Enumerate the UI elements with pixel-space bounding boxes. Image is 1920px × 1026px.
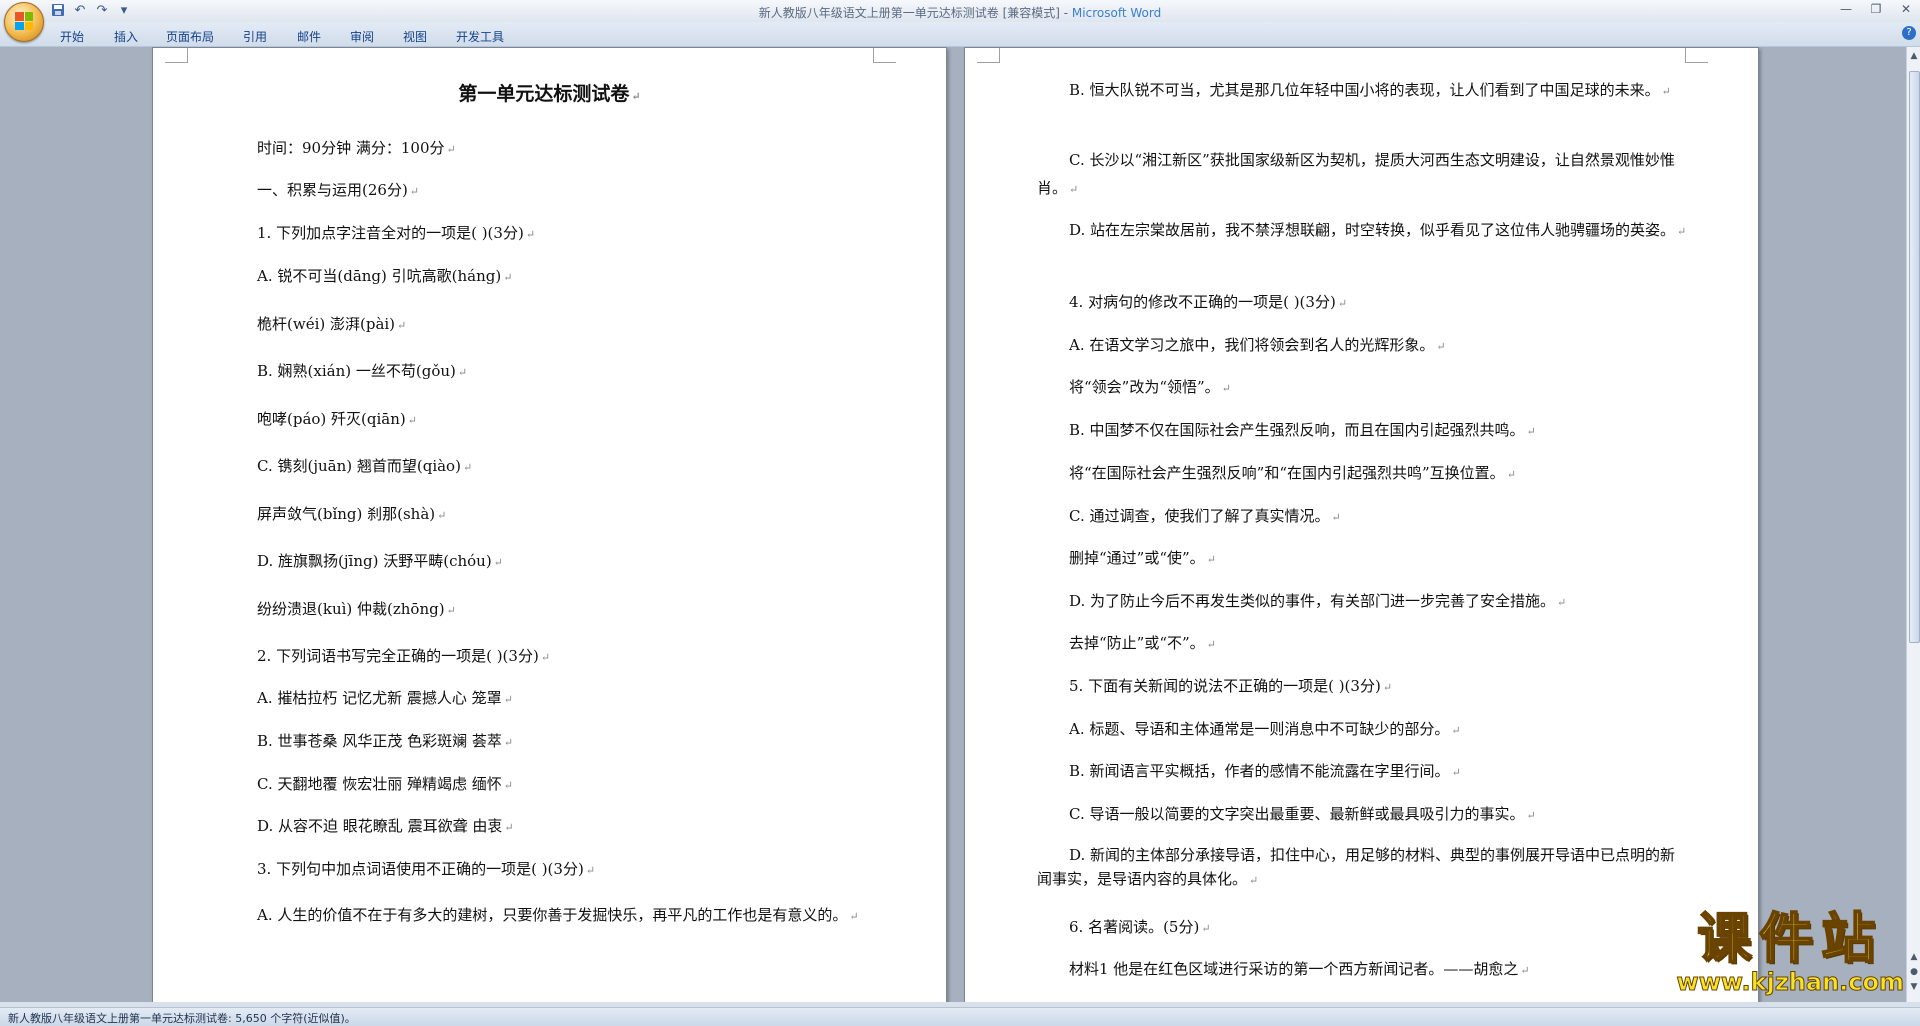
status-text: 新人教版八年级语文上册第一单元达标测试卷: 5,650 个字符(近似值)。 (8, 1012, 356, 1025)
option: A. 人生的价值不在于有多大的建树，只要你善于发掘快乐，再平凡的工作也是有意义的… (257, 906, 859, 924)
option: 删掉“通过”或“使”。 ↵ (1069, 549, 1216, 567)
customize-qat-icon[interactable]: ▾ (116, 3, 132, 19)
question: 5. 下面有关新闻的说法不正确的一项是( )(3分) ↵ (1069, 677, 1393, 695)
option: 屏声敛气(bǐng) 刹那(shà) ↵ (257, 505, 447, 523)
question: 3. 下列句中加点词语使用不正确的一项是( )(3分) ↵ (257, 860, 596, 878)
option: D. 从容不迫 眼花瞭乱 震耳欲聋 由衷 ↵ (257, 817, 514, 835)
option: 将“领会”改为“领悟”。 ↵ (1069, 378, 1231, 396)
option: A. 锐不可当(dāng) 引吭高歌(háng) ↵ (257, 267, 513, 285)
option: A. 在语文学习之旅中，我们将领会到名人的光辉形象。 ↵ (1069, 336, 1446, 354)
section-heading: 一、积累与运用(26分) ↵ (257, 181, 420, 199)
option: 纷纷溃退(kuì) 仲裁(zhōng) ↵ (257, 600, 456, 618)
crop-mark (165, 48, 188, 63)
option: B. 新闻语言平实概括，作者的感情不能流露在字里行间。 ↵ (1069, 762, 1461, 780)
option: D. 为了防止今后不再发生类似的事件，有关部门进一步完善了安全措施。 ↵ (1069, 592, 1567, 610)
paragraph: 时间：90分钟 满分：100分 ↵ (257, 139, 456, 157)
option: C. 通过调查，使我们了解了真实情况。 ↵ (1069, 507, 1341, 525)
document-page-right[interactable]: B. 恒大队锐不可当，尤其是那几位年轻中国小将的表现，让人们看到了中国足球的未来… (964, 47, 1759, 1002)
option: B. 世事苍桑 风华正茂 色彩斑斓 荟萃 ↵ (257, 732, 514, 750)
watermark-logo: 课件站 www.kjzhan.com (1676, 907, 1904, 996)
option: C. 镌刻(juān) 翘首而望(qiào) ↵ (257, 457, 473, 475)
option: 桅杆(wéi) 澎湃(pài) ↵ (257, 315, 407, 333)
tab-home[interactable]: 开始 (60, 28, 84, 45)
option: A. 标题、导语和主体通常是一则消息中不可缺少的部分。 ↵ (1069, 720, 1461, 738)
scroll-thumb[interactable] (1909, 71, 1920, 643)
option: C. 长沙以“湘江新区”获批国家级新区为契机，提质大河西生态文明建设，让自然景观… (1037, 151, 1675, 197)
ribbon-tabs: 开始 插入 页面布局 引用 邮件 审阅 视图 开发工具 (0, 22, 1920, 47)
question: 1. 下列加点字注音全对的一项是( )(3分) ↵ (257, 224, 536, 242)
crop-mark (1685, 48, 1708, 63)
option: A. 摧枯拉朽 记忆尤新 震撼人心 笼罩 ↵ (257, 689, 513, 707)
crop-mark (873, 48, 896, 63)
option: B. 恒大队锐不可当，尤其是那几位年轻中国小将的表现，让人们看到了中国足球的未来… (1069, 81, 1671, 99)
crop-mark (977, 48, 1000, 63)
option: B. 娴熟(xián) 一丝不苟(gǒu) ↵ (257, 362, 468, 380)
quick-access-toolbar: ↶ ↷ ▾ (50, 3, 132, 19)
option: C. 天翻地覆 恢宏壮丽 殚精竭虑 缅怀 ↵ (257, 775, 514, 793)
tab-page-layout[interactable]: 页面布局 (166, 28, 214, 45)
browse-object-icon[interactable]: ● (1909, 967, 1919, 977)
option: B. 中国梦不仅在国际社会产生强烈反响，而且在国内引起强烈共鸣。 ↵ (1069, 421, 1536, 439)
title-bar: 新人教版八年级语文上册第一单元达标测试卷 [兼容模式] - Microsoft … (0, 0, 1920, 22)
option: 咆哮(páo) 歼灭(qiān) ↵ (257, 410, 417, 428)
previous-page-icon[interactable]: ▲ (1909, 952, 1919, 962)
tab-view[interactable]: 视图 (403, 28, 427, 45)
office-logo-icon (15, 12, 33, 30)
option: 将“在国际社会产生强烈反响”和“在国内引起强烈共鸣”互换位置。 ↵ (1069, 464, 1516, 482)
question: 2. 下列词语书写完全正确的一项是( )(3分) ↵ (257, 647, 551, 665)
vertical-scrollbar[interactable]: ▲ ▲ ● ▼ (1906, 47, 1920, 1002)
scroll-up-icon[interactable]: ▲ (1909, 51, 1919, 61)
option: D. 旌旗飘扬(jīng) 沃野平畴(chóu) ↵ (257, 552, 503, 570)
window-title: 新人教版八年级语文上册第一单元达标测试卷 [兼容模式] - Microsoft … (758, 6, 1162, 20)
redo-icon[interactable]: ↷ (94, 3, 110, 19)
maximize-icon[interactable]: ❐ (1868, 2, 1884, 16)
document-title: 第一单元达标测试卷 ↵ (458, 83, 641, 105)
tab-review[interactable]: 审阅 (350, 28, 374, 45)
watermark-url: www.kjzhan.com (1676, 968, 1904, 996)
document-workspace[interactable]: 第一单元达标测试卷 ↵ 时间：90分钟 满分：100分 ↵ 一、积累与运用(26分)… (0, 47, 1906, 1002)
close-icon[interactable]: ✕ (1898, 2, 1914, 16)
undo-icon[interactable]: ↶ (72, 3, 88, 19)
status-bar: 新人教版八年级语文上册第一单元达标测试卷: 5,650 个字符(近似值)。 (0, 1007, 1920, 1026)
option: D. 新闻的主体部分承接导语，扣住中心，用足够的材料、典型的事例展开导语中已点明… (1037, 846, 1676, 888)
option: C. 导语一般以简要的文字突出最重要、最新鲜或最具吸引力的事实。 ↵ (1069, 805, 1536, 823)
question: 4. 对病句的修改不正确的一项是( )(3分) ↵ (1069, 293, 1348, 311)
minimize-icon[interactable]: — (1838, 2, 1854, 16)
watermark-title: 课件站 (1696, 907, 1884, 970)
tab-mailings[interactable]: 邮件 (297, 28, 321, 45)
tab-developer[interactable]: 开发工具 (456, 28, 504, 45)
tab-references[interactable]: 引用 (243, 28, 267, 45)
save-icon[interactable] (50, 3, 66, 19)
option: 去掉“防止”或“不”。 ↵ (1069, 634, 1216, 652)
help-icon[interactable]: ? (1902, 26, 1916, 40)
document-page-left[interactable]: 第一单元达标测试卷 ↵ 时间：90分钟 满分：100分 ↵ 一、积累与运用(26分)… (152, 47, 947, 1002)
next-page-icon[interactable]: ▼ (1909, 982, 1919, 992)
option: D. 站在左宗棠故居前，我不禁浮想联翩，时空转换，似乎看见了这位伟人驰骋疆场的英… (1069, 221, 1687, 239)
office-button[interactable] (4, 2, 44, 42)
tab-insert[interactable]: 插入 (114, 28, 138, 45)
window-controls: — ❐ ✕ (1838, 2, 1914, 16)
